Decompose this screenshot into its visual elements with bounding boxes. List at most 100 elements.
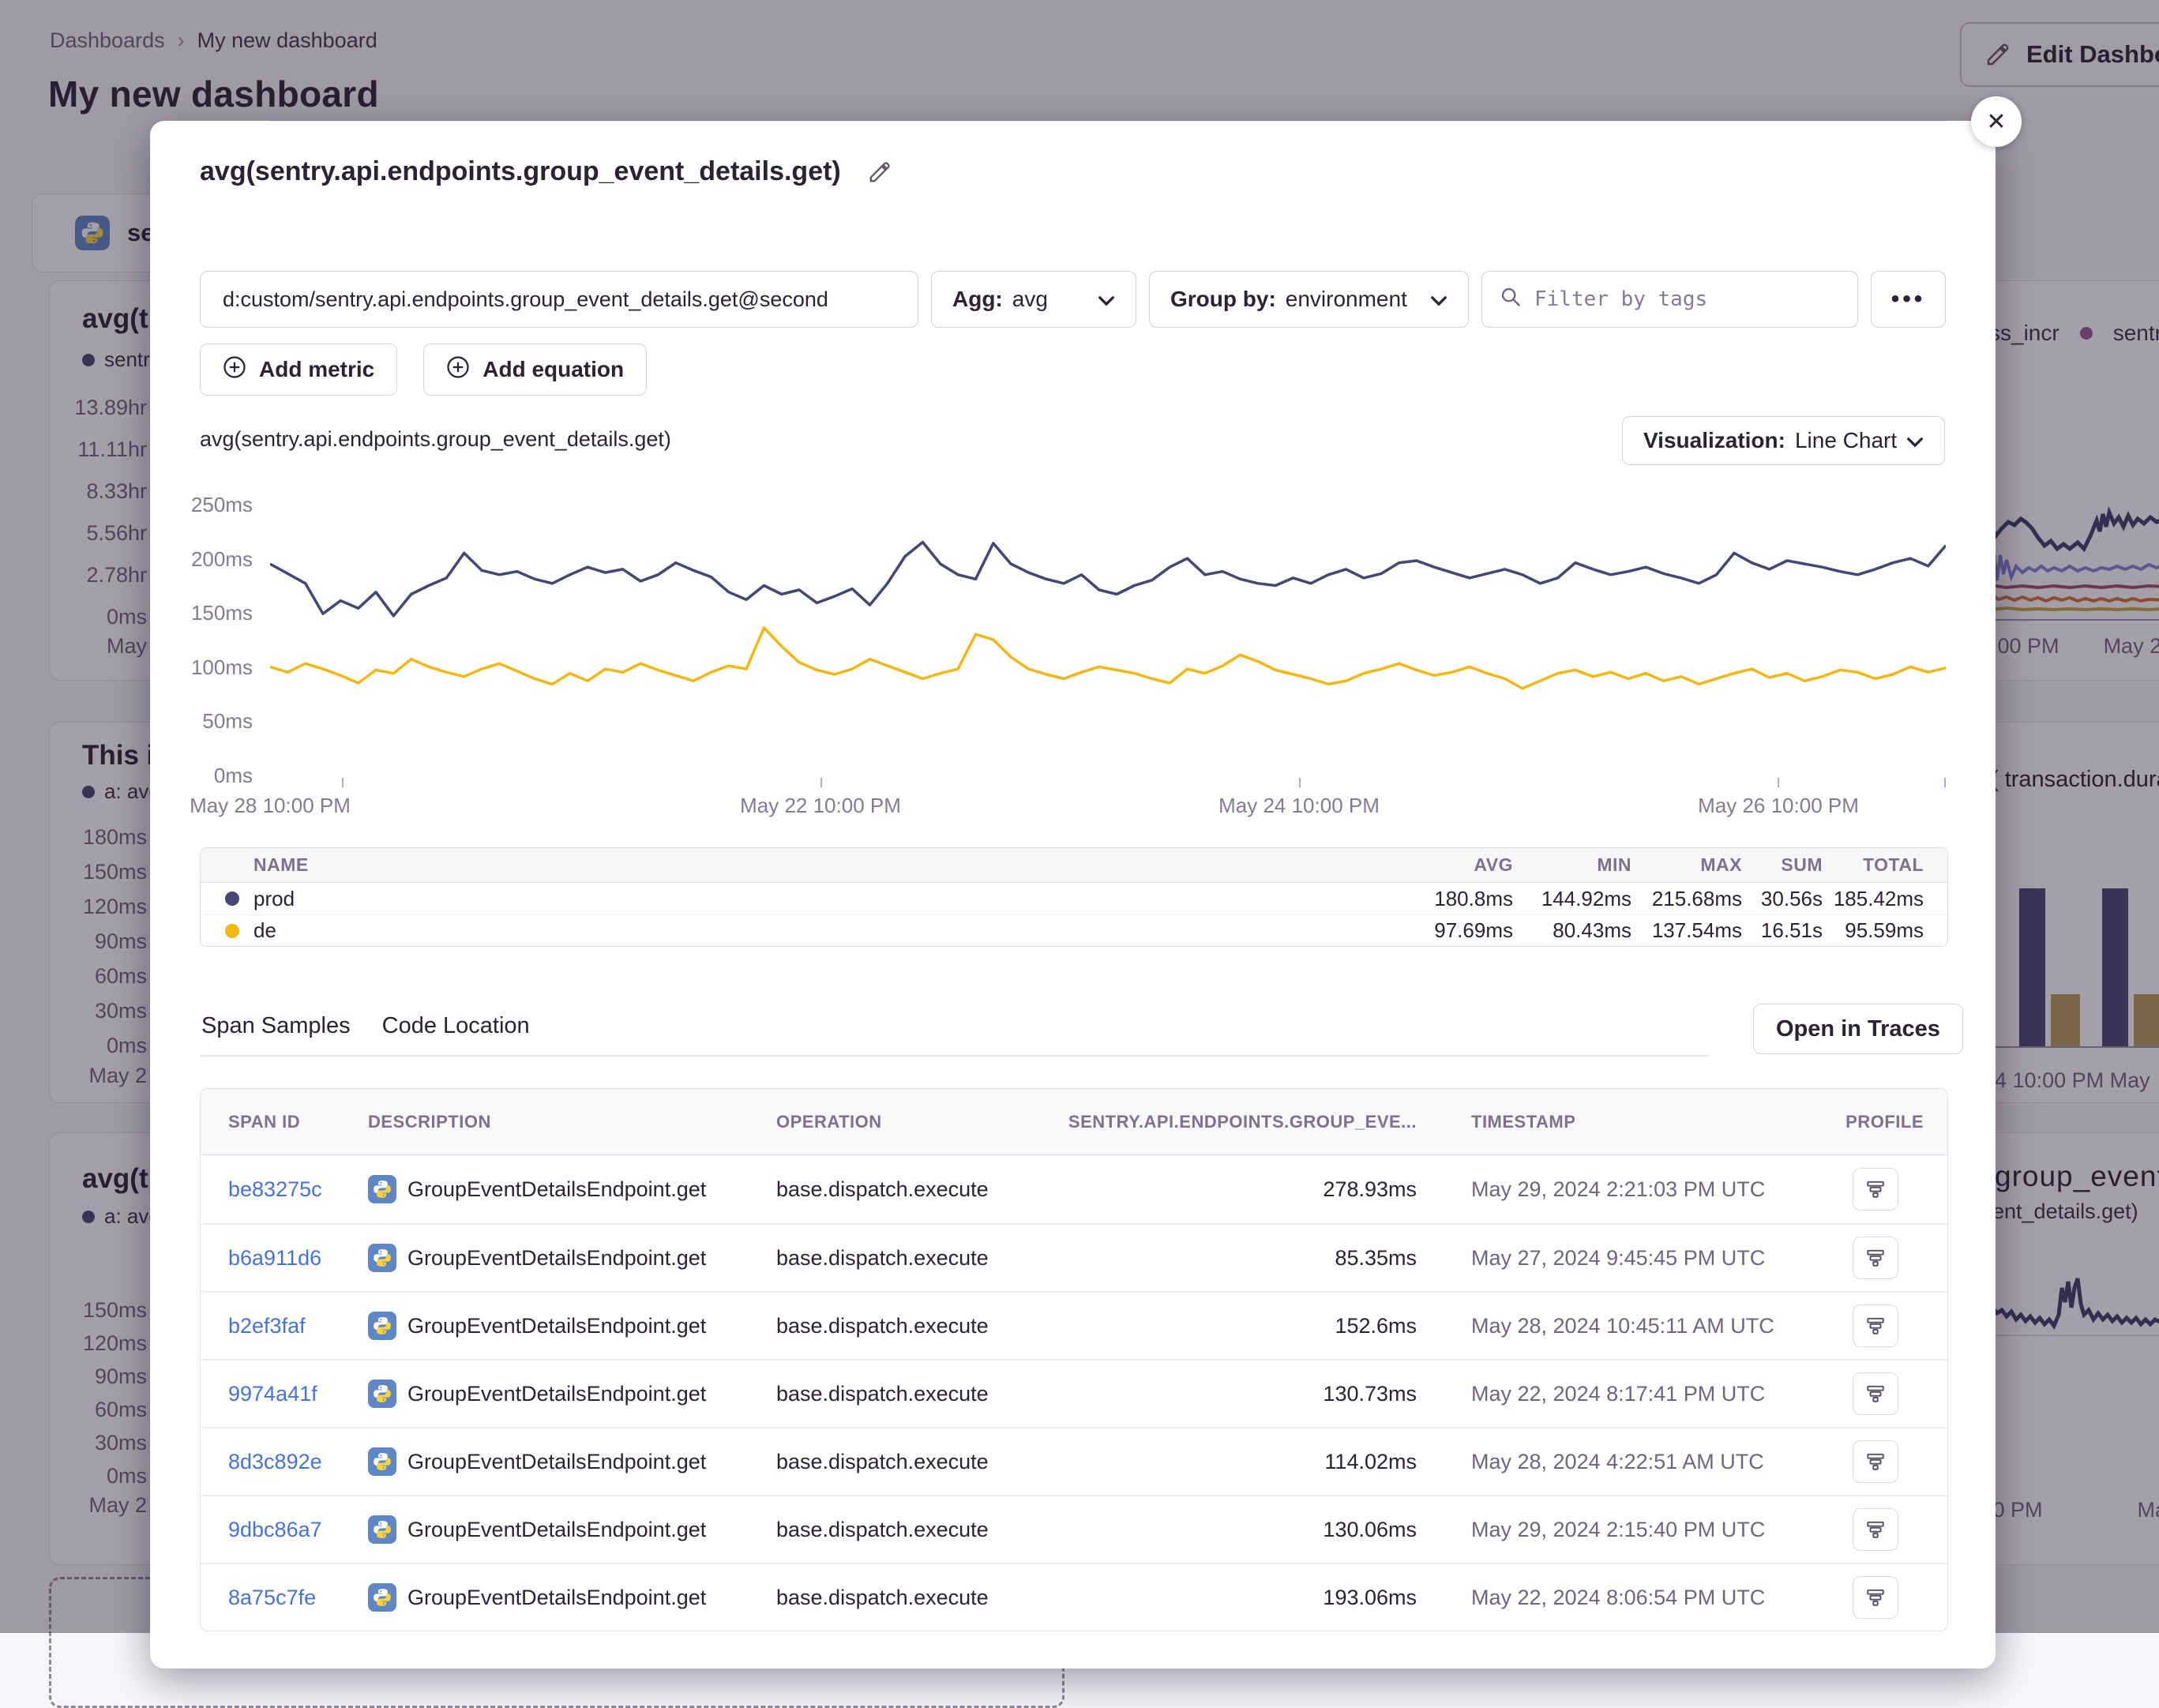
x-axis-label: May 24 10:00 PM <box>1218 794 1380 818</box>
profile-cell <box>1827 1576 1924 1619</box>
visualization-value: Line Chart <box>1795 428 1897 453</box>
profiling-icon <box>1865 1248 1886 1268</box>
span-id-link[interactable]: be83275c <box>228 1177 368 1202</box>
max-cell: 215.68ms <box>1631 887 1742 911</box>
add-equation-button[interactable]: Add equation <box>423 343 647 396</box>
tab[interactable]: Code Location <box>381 1007 531 1055</box>
series-name-cell: prod <box>225 887 1379 911</box>
tab[interactable]: Span Samples <box>200 1007 352 1055</box>
description-text: GroupEventDetailsEndpoint.get <box>407 1382 706 1406</box>
samples-header-row: SPAN ID DESCRIPTION OPERATION SENTRY.API… <box>201 1089 1947 1155</box>
profile-cell <box>1827 1168 1924 1211</box>
description-text: GroupEventDetailsEndpoint.get <box>407 1246 706 1271</box>
series-summary-table: NAME AVG MIN MAX SUM TOTAL prod 180.8ms … <box>200 847 1948 947</box>
description-cell: GroupEventDetailsEndpoint.get <box>368 1244 776 1272</box>
metric-query-input[interactable] <box>200 271 918 328</box>
profile-button[interactable] <box>1853 1576 1898 1619</box>
duration-cell: 130.73ms <box>1061 1382 1417 1406</box>
x-tick <box>1778 778 1779 787</box>
x-tick <box>1944 778 1946 787</box>
visualization-label: Visualization: <box>1643 428 1785 453</box>
sum-cell: 30.56s <box>1742 887 1823 911</box>
y-axis-label: 150ms <box>191 602 253 624</box>
edit-title-pencil-icon[interactable] <box>868 160 892 184</box>
profiling-icon <box>1865 1519 1886 1540</box>
aggregation-select[interactable]: Agg: avg <box>931 271 1136 328</box>
total-cell: 185.42ms <box>1823 887 1924 911</box>
tag-filter-input[interactable] <box>1533 287 1840 312</box>
add-metric-button[interactable]: Add metric <box>200 343 397 396</box>
profile-button[interactable] <box>1853 1372 1898 1415</box>
visualization-select[interactable]: Visualization: Line Chart <box>1622 416 1945 465</box>
col-duration: SENTRY.API.ENDPOINTS.GROUP_EVE... <box>1061 1112 1417 1132</box>
more-options-button[interactable]: ••• <box>1871 271 1946 328</box>
duration-cell: 278.93ms <box>1061 1177 1417 1202</box>
python-icon <box>368 1175 396 1203</box>
description-text: GroupEventDetailsEndpoint.get <box>407 1518 706 1542</box>
modal-header: avg(sentry.api.endpoints.group_event_det… <box>200 156 892 187</box>
summary-col-min: MIN <box>1513 854 1631 876</box>
plus-circle-icon <box>446 355 470 385</box>
profile-button[interactable] <box>1853 1168 1898 1211</box>
description-text: GroupEventDetailsEndpoint.get <box>407 1314 706 1338</box>
summary-row[interactable]: de 97.69ms 80.43ms 137.54ms 16.51s 95.59… <box>201 914 1947 946</box>
span-id-link[interactable]: b2ef3faf <box>228 1314 368 1338</box>
duration-cell: 130.06ms <box>1061 1518 1417 1542</box>
span-id-link[interactable]: 8d3c892e <box>228 1450 368 1474</box>
operation-cell: base.dispatch.execute <box>776 1586 1061 1610</box>
group-by-label: Group by: <box>1170 287 1276 312</box>
add-equation-label: Add equation <box>482 357 624 382</box>
col-operation: OPERATION <box>776 1112 1061 1132</box>
open-in-traces-button[interactable]: Open in Traces <box>1753 1004 1963 1054</box>
x-axis-label: May 22 10:00 PM <box>740 794 901 818</box>
description-cell: GroupEventDetailsEndpoint.get <box>368 1583 776 1612</box>
profile-button[interactable] <box>1853 1237 1898 1279</box>
min-cell: 144.92ms <box>1513 887 1631 911</box>
series-dot <box>225 924 239 938</box>
close-icon[interactable]: ✕ <box>1971 96 2022 147</box>
chart-query-label: avg(sentry.api.endpoints.group_event_det… <box>200 427 671 452</box>
profile-button[interactable] <box>1853 1440 1898 1483</box>
profile-button[interactable] <box>1853 1508 1898 1551</box>
profile-button[interactable] <box>1853 1304 1898 1347</box>
metric-chart-lines[interactable] <box>270 505 1946 776</box>
table-row: be83275c GroupEventDetailsEndpoint.get b… <box>201 1155 1947 1223</box>
col-description: DESCRIPTION <box>368 1112 776 1132</box>
query-actions: Add metric Add equation <box>200 343 647 396</box>
profile-cell <box>1827 1304 1924 1347</box>
summary-header-row: NAME AVG MIN MAX SUM TOTAL <box>201 848 1947 883</box>
profile-cell <box>1827 1508 1924 1551</box>
series-dot <box>225 892 239 906</box>
python-icon <box>368 1515 396 1544</box>
group-by-select[interactable]: Group by: environment <box>1149 271 1469 328</box>
profile-cell <box>1827 1440 1924 1483</box>
duration-cell: 193.06ms <box>1061 1586 1417 1610</box>
summary-col-sum: SUM <box>1742 854 1823 876</box>
y-axis-label: 0ms <box>214 764 253 786</box>
sum-cell: 16.51s <box>1742 918 1823 943</box>
col-timestamp: TIMESTAMP <box>1417 1112 1827 1132</box>
y-axis-label: 100ms <box>191 656 253 678</box>
series-name: de <box>253 918 276 943</box>
duration-cell: 114.02ms <box>1061 1450 1417 1474</box>
timestamp-cell: May 29, 2024 2:15:40 PM UTC <box>1417 1518 1827 1542</box>
query-builder: Agg: avg Group by: environment ••• <box>200 271 1946 328</box>
duration-cell: 152.6ms <box>1061 1314 1417 1338</box>
span-id-link[interactable]: 9974a41f <box>228 1382 368 1406</box>
span-id-link[interactable]: 8a75c7fe <box>228 1586 368 1610</box>
total-cell: 95.59ms <box>1823 918 1924 943</box>
operation-cell: base.dispatch.execute <box>776 1450 1061 1474</box>
profiling-icon <box>1865 1316 1886 1336</box>
python-icon <box>368 1380 396 1408</box>
python-icon <box>368 1447 396 1476</box>
profiling-icon <box>1865 1179 1886 1199</box>
gridline <box>270 121 1946 122</box>
x-tick <box>342 778 344 787</box>
metric-details-modal: avg(sentry.api.endpoints.group_event_det… <box>150 121 1996 1669</box>
summary-row[interactable]: prod 180.8ms 144.92ms 215.68ms 30.56s 18… <box>201 883 1947 914</box>
span-id-link[interactable]: b6a911d6 <box>228 1246 368 1271</box>
timestamp-cell: May 22, 2024 8:17:41 PM UTC <box>1417 1382 1827 1406</box>
profiling-icon <box>1865 1383 1886 1404</box>
y-axis-label: 200ms <box>191 548 253 570</box>
span-id-link[interactable]: 9dbc86a7 <box>228 1518 368 1542</box>
